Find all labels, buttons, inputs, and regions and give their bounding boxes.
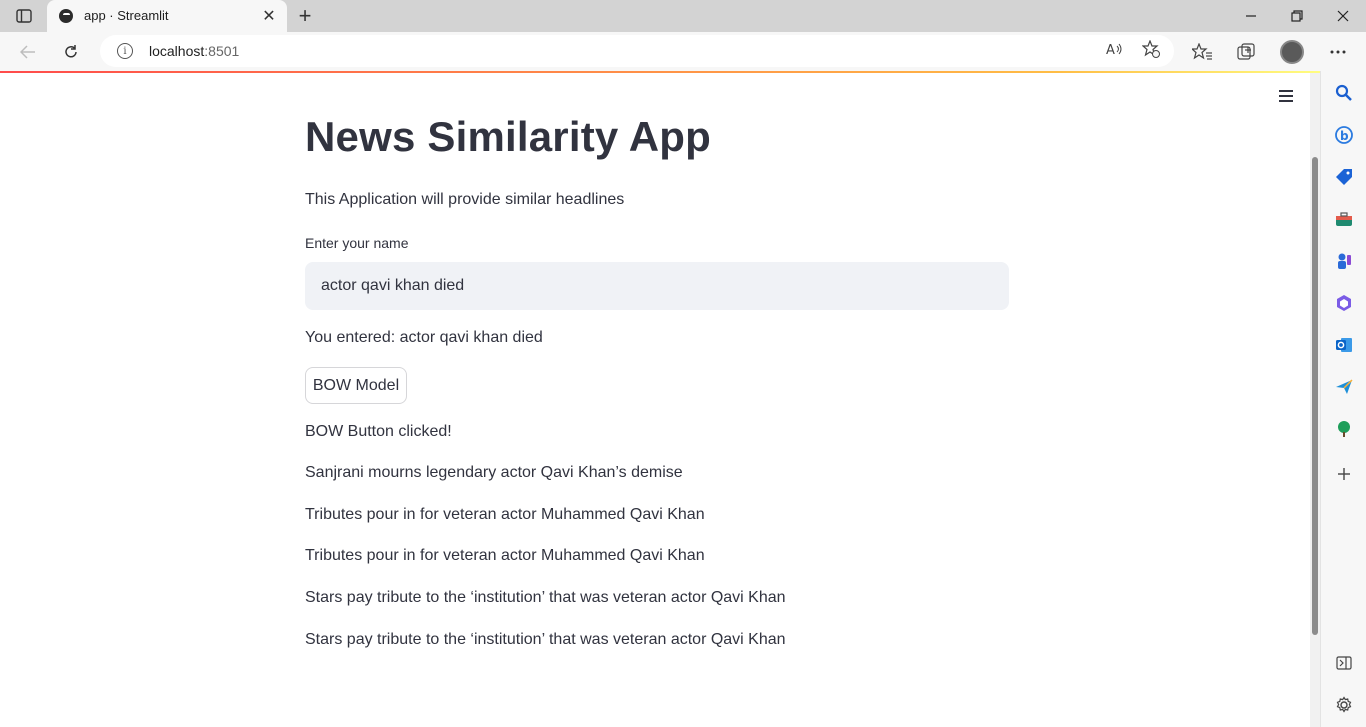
streamlit-page: News Similarity App This Application wil…	[0, 73, 1310, 727]
tab-close-icon[interactable]: ✕	[259, 6, 279, 26]
collections-icon[interactable]	[1233, 39, 1259, 65]
refresh-icon[interactable]	[58, 39, 84, 65]
send-drop-icon[interactable]	[1333, 376, 1355, 398]
outlook-icon[interactable]	[1333, 334, 1355, 356]
browser-toolbar: i localhost:8501 A	[0, 32, 1366, 71]
svg-text:b: b	[1340, 129, 1349, 143]
add-favorite-icon[interactable]	[1140, 38, 1162, 60]
games-icon[interactable]	[1333, 250, 1355, 272]
back-icon[interactable]	[15, 39, 41, 65]
similar-headline: Tributes pour in for veteran actor Muham…	[305, 547, 705, 564]
edge-sidebar: b	[1320, 71, 1366, 727]
tab-actions-icon[interactable]	[8, 4, 40, 28]
similar-headline: Stars pay tribute to the ‘institution’ t…	[305, 631, 786, 648]
bow-model-button[interactable]: BOW Model	[305, 367, 407, 404]
page-scrollbar[interactable]	[1310, 73, 1320, 727]
tab-title: app · Streamlit	[84, 8, 169, 23]
main-menu-icon[interactable]	[1276, 88, 1296, 104]
tools-briefcase-icon[interactable]	[1333, 208, 1355, 230]
streamlit-favicon-icon	[59, 9, 73, 23]
name-input-label: Enter your name	[305, 235, 409, 251]
restore-icon[interactable]	[1282, 4, 1312, 28]
app-description: This Application will provide similar he…	[305, 191, 625, 208]
hide-sidebar-icon[interactable]	[1333, 652, 1355, 674]
shopping-tag-icon[interactable]	[1333, 166, 1355, 188]
bing-chat-icon[interactable]: b	[1333, 124, 1355, 146]
new-tab-button[interactable]: +	[292, 4, 318, 28]
close-window-icon[interactable]	[1328, 4, 1358, 28]
url-port: :8501	[204, 43, 240, 59]
similar-headline: Tributes pour in for veteran actor Muham…	[305, 506, 705, 523]
settings-gear-icon[interactable]	[1333, 694, 1355, 716]
profile-avatar[interactable]	[1280, 40, 1304, 64]
address-bar[interactable]: i localhost:8501	[100, 35, 1174, 67]
tab-strip: app · Streamlit ✕ +	[0, 0, 1366, 32]
name-input[interactable]	[305, 262, 1009, 310]
url-host: localhost	[149, 43, 205, 59]
minimize-icon[interactable]	[1236, 4, 1266, 28]
browser-tab[interactable]: app · Streamlit ✕	[47, 0, 287, 32]
add-sidebar-app-icon[interactable]	[1333, 463, 1355, 485]
entered-text: You entered: actor qavi khan died	[305, 329, 543, 346]
page-title: News Similarity App	[305, 113, 712, 160]
search-icon[interactable]	[1333, 82, 1355, 104]
scrollbar-thumb[interactable]	[1312, 157, 1318, 635]
site-info-icon[interactable]: i	[117, 43, 133, 59]
more-options-icon[interactable]	[1325, 39, 1351, 65]
microsoft-365-icon[interactable]	[1333, 292, 1355, 314]
button-clicked-message: BOW Button clicked!	[305, 423, 452, 440]
favorites-icon[interactable]	[1189, 39, 1215, 65]
svg-text:A: A	[1106, 43, 1115, 56]
similar-headline: Stars pay tribute to the ‘institution’ t…	[305, 589, 786, 606]
read-aloud-icon[interactable]: A	[1104, 38, 1126, 60]
url-text: localhost:8501	[149, 43, 239, 59]
similar-headline: Sanjrani mourns legendary actor Qavi Kha…	[305, 464, 683, 481]
tree-icon[interactable]	[1333, 418, 1355, 440]
